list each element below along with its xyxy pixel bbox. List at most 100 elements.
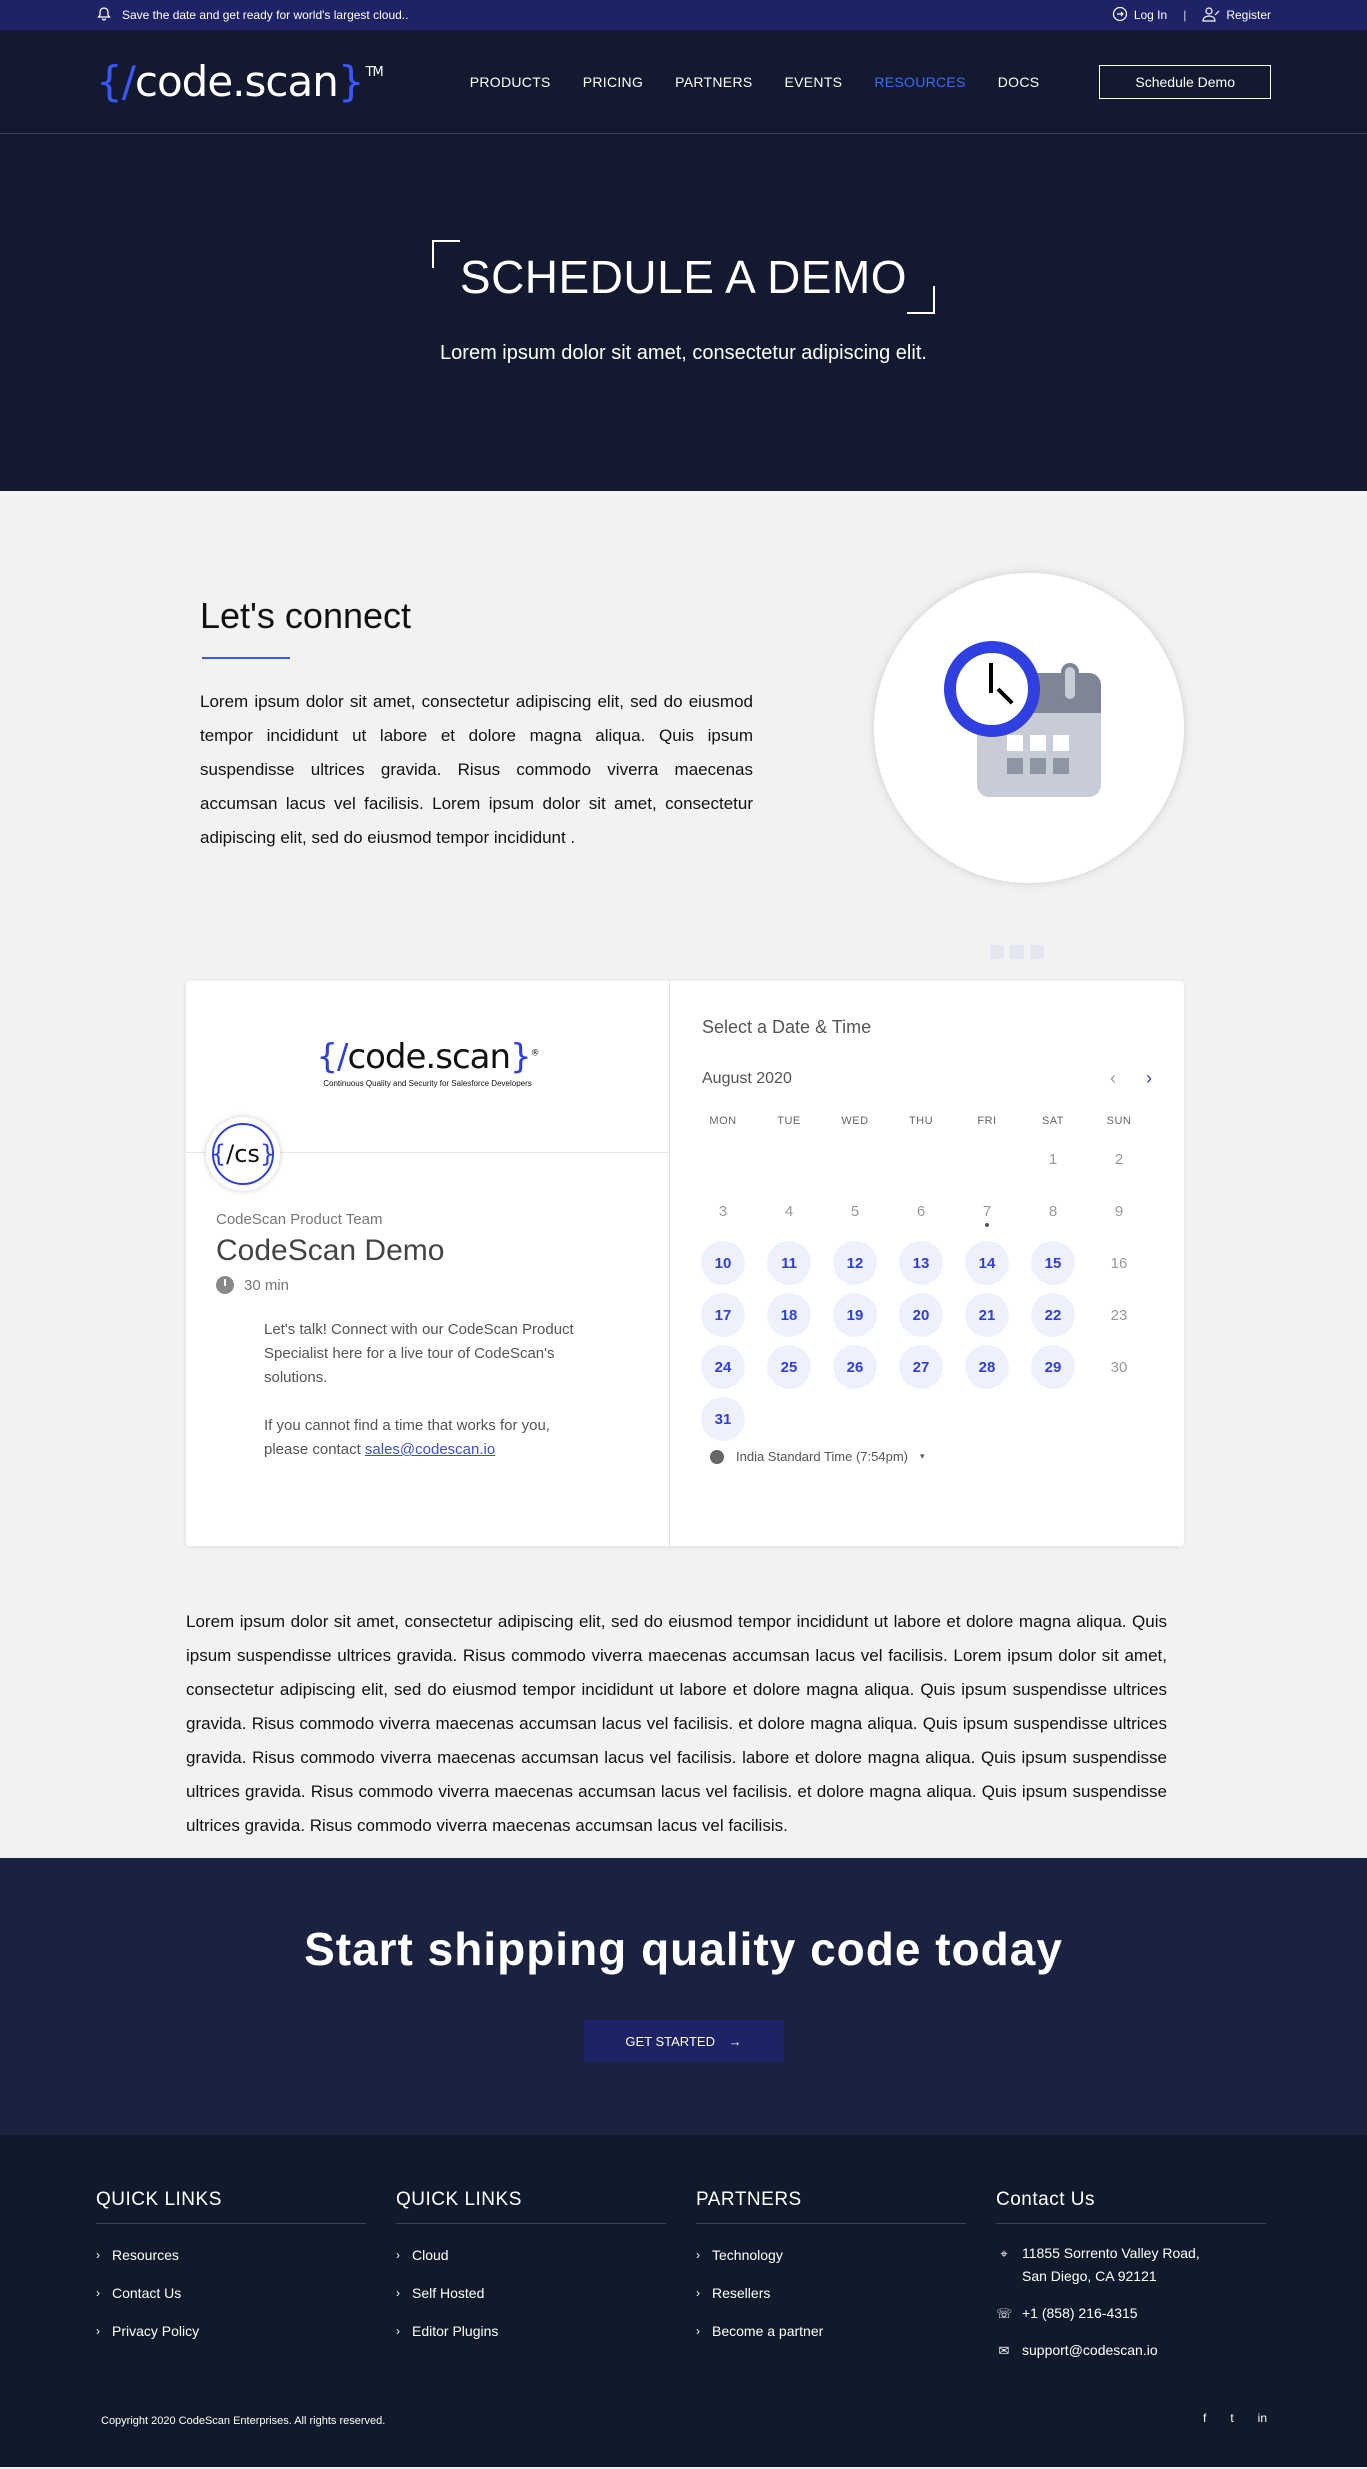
- calendar-day-available[interactable]: 11: [756, 1237, 822, 1289]
- footer-link-label: Resellers: [712, 2285, 771, 2301]
- hero-title-frame: SCHEDULE A DEMO: [431, 240, 936, 314]
- calendar-day-available[interactable]: 31: [690, 1393, 756, 1445]
- calendar-day-number: 4: [784, 1202, 794, 1220]
- contact-email[interactable]: ✉ support@codescan.io: [996, 2339, 1266, 2362]
- calendar-day-available[interactable]: 22: [1020, 1289, 1086, 1341]
- get-started-button[interactable]: GET STARTED →: [583, 2020, 784, 2062]
- sales-email-link[interactable]: sales@codescan.io: [365, 1441, 495, 1458]
- nav-products[interactable]: PRODUCTS: [470, 74, 551, 90]
- next-month-icon[interactable]: ›: [1146, 1068, 1152, 1089]
- site-logo[interactable]: {/ code.scan} TM: [96, 57, 384, 106]
- nav-pricing[interactable]: PRICING: [583, 74, 643, 90]
- footer-column-title: Contact Us: [996, 2189, 1266, 2224]
- calendar-day-available[interactable]: 28: [954, 1341, 1020, 1393]
- contact-phone[interactable]: ☏ +1 (858) 216-4315: [996, 2302, 1266, 2325]
- calendar-day-unavailable: 5: [822, 1185, 888, 1237]
- calendar-day-available[interactable]: 12: [822, 1237, 888, 1289]
- calendar-day-unavailable: 16: [1086, 1237, 1152, 1289]
- footer-link-privacy-policy[interactable]: › Privacy Policy: [96, 2312, 366, 2350]
- calendar-day-unavailable: 30: [1086, 1341, 1152, 1393]
- bell-icon: [96, 6, 112, 25]
- calendar-day-number: 7: [982, 1202, 992, 1220]
- body-paragraph: Lorem ipsum dolor sit amet, consectetur …: [186, 1612, 1167, 1835]
- footer-link-become-partner[interactable]: › Become a partner: [696, 2312, 966, 2350]
- connect-text: Let's connect Lorem ipsum dolor sit amet…: [200, 595, 753, 855]
- chevron-right-icon: ›: [96, 2286, 100, 2300]
- calendar-day-number: 9: [1114, 1202, 1124, 1220]
- logo-close-brace: }: [337, 57, 365, 106]
- calendar-day-number: 22: [1031, 1293, 1075, 1337]
- calendar-empty-cell: [756, 1133, 822, 1185]
- timezone-selector[interactable]: India Standard Time (7:54pm) ▾: [710, 1449, 1152, 1464]
- calendar-day-available[interactable]: 10: [690, 1237, 756, 1289]
- footer-link-label: Technology: [712, 2247, 783, 2263]
- decorative-dots: [990, 945, 1044, 959]
- nav-docs[interactable]: DOCS: [998, 74, 1040, 90]
- calendar-day-number: 8: [1048, 1202, 1058, 1220]
- calendar-day-available[interactable]: 24: [690, 1341, 756, 1393]
- twitter-icon[interactable]: t: [1230, 2411, 1233, 2425]
- facebook-icon[interactable]: f: [1203, 2411, 1206, 2425]
- calendar-day-available[interactable]: 19: [822, 1289, 888, 1341]
- calendar-day-number: 16: [1110, 1254, 1128, 1272]
- calendar-day-number: 14: [965, 1241, 1009, 1285]
- scheduler-widget: {/code.scan}® Continuous Quality and Sec…: [186, 981, 1184, 1546]
- main-nav: PRODUCTS PRICING PARTNERS EVENTS RESOURC…: [470, 74, 1040, 90]
- footer-column-contact: Contact Us ⌖ 11855 Sorrento Valley Road,…: [996, 2189, 1266, 2362]
- social-links: f t in: [1203, 2411, 1267, 2425]
- calendar-day-available[interactable]: 13: [888, 1237, 954, 1289]
- scheduler-logo: {/code.scan}®: [316, 1037, 540, 1077]
- calendar-day-number: 29: [1031, 1345, 1075, 1389]
- register-link[interactable]: Register: [1202, 6, 1271, 25]
- event-title: CodeScan Demo: [216, 1234, 445, 1267]
- nav-resources[interactable]: RESOURCES: [874, 74, 965, 90]
- calendar-day-unavailable: 1: [1020, 1133, 1086, 1185]
- logo-text: code.scan: [134, 57, 339, 106]
- calendar-day-available[interactable]: 21: [954, 1289, 1020, 1341]
- chevron-right-icon: ›: [96, 2248, 100, 2262]
- calendar-day-available[interactable]: 17: [690, 1289, 756, 1341]
- event-description: Let's talk! Connect with our CodeScan Pr…: [264, 1318, 594, 1462]
- chevron-right-icon: ›: [696, 2324, 700, 2338]
- calendar-day-available[interactable]: 25: [756, 1341, 822, 1393]
- date-picker-panel: Select a Date & Time August 2020 ‹ › MON…: [670, 981, 1184, 1546]
- nav-events[interactable]: EVENTS: [785, 74, 843, 90]
- calendar-day-number: 28: [965, 1345, 1009, 1389]
- calendar-day-available[interactable]: 18: [756, 1289, 822, 1341]
- weekday-label: SUN: [1106, 1115, 1132, 1127]
- main-content: Let's connect Lorem ipsum dolor sit amet…: [0, 491, 1367, 1858]
- footer-link-contact-us[interactable]: › Contact Us: [96, 2274, 366, 2312]
- cta-heading: Start shipping quality code today: [304, 1923, 1063, 1975]
- schedule-demo-button[interactable]: Schedule Demo: [1099, 64, 1271, 99]
- footer-link-cloud[interactable]: › Cloud: [396, 2236, 666, 2274]
- calendar-day-unavailable: 2: [1086, 1133, 1152, 1185]
- calendar-grid: 1 2 3 4 5 6 7 8 9 10 11 12 13 14 15 16 17 18 19 20 21 22 23 24 2…: [690, 1133, 1152, 1445]
- linkedin-icon[interactable]: in: [1258, 2411, 1267, 2425]
- nav-partners[interactable]: PARTNERS: [675, 74, 752, 90]
- arrow-right-icon: →: [728, 2033, 742, 2049]
- calendar-day-available[interactable]: 15: [1020, 1237, 1086, 1289]
- scheduler-logo-mark: ®: [530, 1048, 540, 1059]
- footer-link-resources[interactable]: › Resources: [96, 2236, 366, 2274]
- login-link[interactable]: Log In: [1112, 6, 1167, 25]
- footer-link-editor-plugins[interactable]: › Editor Plugins: [396, 2312, 666, 2350]
- calendar-day-unavailable: 4: [756, 1185, 822, 1237]
- calendar-day-number: 30: [1110, 1358, 1128, 1376]
- footer-link-technology[interactable]: › Technology: [696, 2236, 966, 2274]
- calendar-day-available[interactable]: 20: [888, 1289, 954, 1341]
- calendar-day-number: 12: [833, 1241, 877, 1285]
- calendar-day-available[interactable]: 27: [888, 1341, 954, 1393]
- date-picker-title: Select a Date & Time: [702, 1017, 872, 1037]
- footer-link-resellers[interactable]: › Resellers: [696, 2274, 966, 2312]
- email-address: support@codescan.io: [1022, 2342, 1158, 2358]
- calendar-day-number: 24: [701, 1345, 745, 1389]
- prev-month-icon[interactable]: ‹: [1110, 1068, 1116, 1089]
- calendar-day-number: 2: [1114, 1150, 1124, 1168]
- calendar-day-available[interactable]: 29: [1020, 1341, 1086, 1393]
- footer-link-self-hosted[interactable]: › Self Hosted: [396, 2274, 666, 2312]
- chevron-right-icon: ›: [396, 2286, 400, 2300]
- calendar-day-available[interactable]: 14: [954, 1237, 1020, 1289]
- calendar-day-number: 31: [701, 1397, 745, 1441]
- connect-paragraph: Lorem ipsum dolor sit amet, consectetur …: [200, 692, 753, 847]
- calendar-day-available[interactable]: 26: [822, 1341, 888, 1393]
